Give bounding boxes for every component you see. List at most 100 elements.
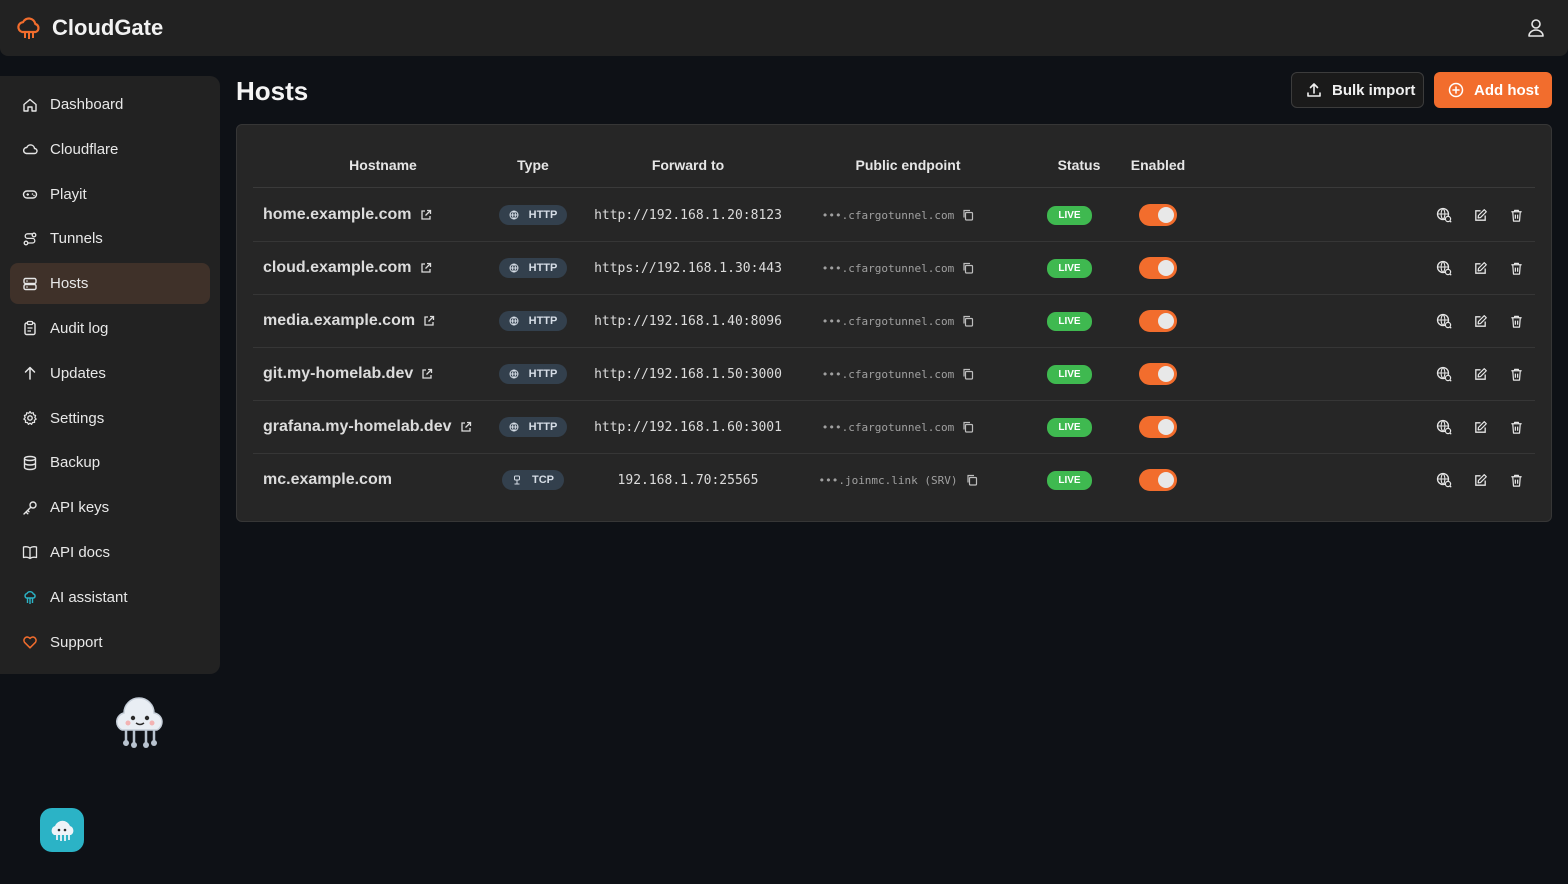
copy-icon[interactable]: [962, 368, 974, 380]
column-header-public-endpoint: Public endpoint: [855, 157, 961, 173]
sidebar-item-api-keys[interactable]: API keys: [10, 487, 210, 528]
external-link-icon[interactable]: [421, 368, 433, 380]
external-link-icon[interactable]: [460, 421, 472, 433]
copy-icon[interactable]: [962, 209, 974, 221]
edit-icon[interactable]: [1471, 365, 1489, 383]
dns-lookup-icon[interactable]: [1435, 259, 1453, 277]
enabled-toggle[interactable]: [1139, 310, 1177, 332]
public-endpoint-cell: •••.joinmc.link (SRV): [783, 454, 1013, 506]
delete-icon[interactable]: [1507, 312, 1525, 330]
row-actions: [1435, 189, 1525, 241]
route-icon: [22, 231, 38, 247]
sidebar-item-cloudflare[interactable]: Cloudflare: [10, 129, 210, 170]
sidebar-item-playit[interactable]: Playit: [10, 174, 210, 215]
column-header-hostname: Hostname: [349, 157, 417, 173]
add-host-button[interactable]: Add host: [1434, 72, 1552, 108]
external-link-icon[interactable]: [420, 262, 432, 274]
sidebar-item-audit-log[interactable]: Audit log: [10, 308, 210, 349]
toggle-knob: [1158, 472, 1174, 488]
dns-lookup-icon[interactable]: [1435, 206, 1453, 224]
hostname-cell: media.example.com: [263, 295, 435, 347]
delete-icon[interactable]: [1507, 418, 1525, 436]
enabled-toggle[interactable]: [1139, 257, 1177, 279]
sidebar-item-settings[interactable]: Settings: [10, 398, 210, 439]
plus-circle-icon: [1448, 82, 1464, 98]
bulk-import-button[interactable]: Bulk import: [1291, 72, 1424, 108]
add-host-label: Add host: [1474, 81, 1539, 99]
enabled-toggle[interactable]: [1139, 363, 1177, 385]
toggle-knob: [1158, 419, 1174, 435]
dns-lookup-icon[interactable]: [1435, 312, 1453, 330]
copy-icon[interactable]: [966, 474, 978, 486]
gamepad-icon: [22, 186, 38, 202]
edit-icon[interactable]: [1471, 206, 1489, 224]
sidebar-item-label: Tunnels: [50, 230, 103, 248]
edit-icon[interactable]: [1471, 259, 1489, 277]
public-endpoint-text: •••.cfargotunnel.com: [821, 261, 955, 275]
delete-icon[interactable]: [1507, 259, 1525, 277]
sidebar-item-hosts[interactable]: Hosts: [10, 263, 210, 305]
column-header-forward-to: Forward to: [651, 157, 725, 173]
sidebar-item-label: Cloudflare: [50, 140, 119, 158]
delete-icon[interactable]: [1507, 471, 1525, 489]
status-badge: LIVE: [1047, 259, 1092, 278]
gear-icon: [22, 410, 38, 426]
sidebar-item-label: Dashboard: [50, 96, 124, 113]
row-actions: [1435, 242, 1525, 294]
enabled-toggle[interactable]: [1139, 416, 1177, 438]
public-endpoint-cell: •••.cfargotunnel.com: [783, 242, 1013, 294]
type-label: HTTP: [528, 421, 558, 433]
dns-lookup-icon[interactable]: [1435, 418, 1453, 436]
delete-icon[interactable]: [1507, 365, 1525, 383]
copy-icon[interactable]: [962, 315, 974, 327]
hostname-text: grafana.my-homelab.dev: [263, 418, 452, 435]
status-badge: LIVE: [1047, 365, 1092, 384]
type-cell: HTTP: [483, 295, 583, 347]
globe-icon: [509, 422, 524, 432]
forward-to-text: http://192.168.1.60:3001: [594, 419, 782, 435]
sidebar-item-backup[interactable]: Backup: [10, 442, 210, 483]
top-bar: CloudGate: [0, 0, 1568, 56]
type-label: HTTP: [528, 209, 558, 221]
toggle-knob: [1158, 313, 1174, 329]
globe-icon: [509, 369, 524, 379]
dns-lookup-icon[interactable]: [1435, 471, 1453, 489]
external-link-icon[interactable]: [420, 209, 432, 221]
public-endpoint-text: •••.cfargotunnel.com: [821, 367, 955, 381]
type-cell: HTTP: [483, 189, 583, 241]
edit-icon[interactable]: [1471, 471, 1489, 489]
enabled-toggle[interactable]: [1139, 469, 1177, 491]
ai-chat-button[interactable]: [40, 808, 84, 852]
plug-icon: [512, 475, 527, 485]
public-endpoint-text: •••.cfargotunnel.com: [821, 314, 955, 328]
heart-icon: [22, 634, 38, 650]
sidebar-item-ai-assistant[interactable]: AI assistant: [10, 577, 210, 618]
forward-to-text: 192.168.1.70:25565: [617, 472, 759, 488]
type-cell: HTTP: [483, 348, 583, 400]
cloud-bot-icon: [51, 820, 74, 841]
type-cell: TCP: [483, 454, 583, 506]
delete-icon[interactable]: [1507, 206, 1525, 224]
type-badge: HTTP: [498, 258, 568, 278]
edit-icon[interactable]: [1471, 312, 1489, 330]
brand[interactable]: CloudGate: [16, 15, 163, 41]
sidebar-item-label: AI assistant: [50, 588, 128, 606]
status-badge: LIVE: [1047, 312, 1092, 331]
enabled-toggle[interactable]: [1139, 204, 1177, 226]
sidebar-item-api-docs[interactable]: API docs: [10, 532, 210, 573]
public-endpoint-text: •••.cfargotunnel.com: [821, 420, 955, 434]
sidebar-item-tunnels[interactable]: Tunnels: [10, 218, 210, 259]
dns-lookup-icon[interactable]: [1435, 365, 1453, 383]
sidebar-item-support[interactable]: Support: [10, 622, 210, 663]
sidebar-item-dashboard[interactable]: Dashboard: [10, 84, 210, 125]
public-endpoint-text: •••.joinmc.link (SRV): [818, 473, 958, 487]
user-icon[interactable]: [1526, 18, 1546, 38]
row-actions: [1435, 454, 1525, 506]
external-link-icon[interactable]: [423, 315, 435, 327]
copy-icon[interactable]: [962, 421, 974, 433]
toggle-knob: [1158, 207, 1174, 223]
forward-to-text: http://192.168.1.20:8123: [594, 207, 782, 223]
sidebar-item-updates[interactable]: Updates: [10, 353, 210, 394]
edit-icon[interactable]: [1471, 418, 1489, 436]
copy-icon[interactable]: [962, 262, 974, 274]
